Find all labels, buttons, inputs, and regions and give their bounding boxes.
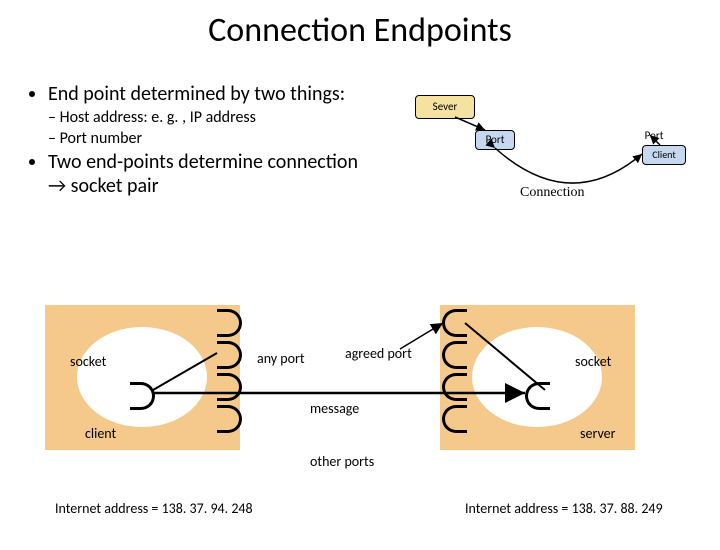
address-right: Internet address = 138. 37. 88. 249 [465,500,663,517]
socket-label-left: socket [70,353,106,370]
slide-title: Connection Endpoints [0,10,720,51]
other-ports-label: other ports [310,453,374,470]
server-socket-icon [525,382,550,410]
client-box: Client [642,145,686,165]
port-box-left: Port [475,130,515,150]
bullet-2: Two end-points determine connection → so… [48,150,368,198]
socket-label-right: socket [575,353,611,370]
server-box: Sever [415,95,475,119]
bullet-list: End point determined by two things: Host… [28,82,368,200]
client-label: client [85,425,116,442]
connection-label: Connection [520,185,585,201]
mini-diagram: Sever Port Port Client Connection [400,95,690,225]
client-ports [217,305,241,450]
port-label-right: Port [635,127,673,145]
server-ports [440,305,464,450]
message-label: message [310,400,359,417]
server-label: server [580,425,616,442]
bullet-1: End point determined by two things: [48,82,368,106]
address-left: Internet address = 138. 37. 94. 248 [55,500,253,517]
any-port-label: any port [257,350,305,367]
bullet-1b: Port number [48,129,368,148]
agreed-port-label: agreed port [345,345,412,362]
bullet-1a: Host address: e. g. , IP address [48,108,368,127]
socket-diagram: socket socket client server any port agr… [45,305,675,495]
client-block [45,305,240,450]
